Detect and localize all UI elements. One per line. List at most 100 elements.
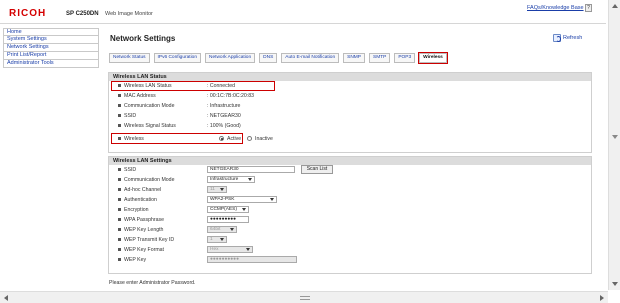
tab-network-status[interactable]: Network Status	[109, 53, 150, 63]
wpa-passphrase-input[interactable]: ●●●●●●●●●	[207, 216, 249, 223]
setting-row-comm-mode: Communication Mode Infrastructure	[109, 175, 591, 185]
tab-snmp[interactable]: SNMP	[343, 53, 365, 63]
setting-row-adhoc-channel: Ad-hoc Channel 11	[109, 185, 591, 195]
refresh-button[interactable]: Refresh	[553, 34, 582, 42]
mac-address-value: : 00:1C:7B:0C:20:83	[207, 93, 255, 99]
wep-key-format-value: Hex	[210, 247, 219, 252]
setting-row-ssid: SSID NETGEAR30 Scan List	[109, 165, 591, 175]
comm-mode-status-value: : Infrastructure	[207, 103, 241, 109]
refresh-icon	[553, 34, 561, 42]
tab-dns[interactable]: DNS	[259, 53, 278, 63]
wep-transmit-id-value: 1	[210, 237, 213, 242]
signal-status-value: : 100% (Good)	[207, 123, 241, 129]
scroll-up-icon[interactable]	[612, 4, 618, 8]
scroll-right-icon[interactable]	[600, 295, 604, 301]
vertical-scrollbar[interactable]	[608, 0, 620, 290]
tab-auto-email[interactable]: Auto E-mail Notification	[281, 53, 340, 63]
comm-mode-value: Infrastructure	[210, 177, 239, 182]
bullet-icon	[118, 238, 121, 241]
wep-transmit-id-select[interactable]: 1	[207, 236, 227, 243]
chevron-down-icon	[242, 208, 246, 211]
scroll-thumb-icon[interactable]	[612, 135, 618, 139]
bullet-icon	[118, 94, 121, 97]
wep-key-format-label: WEP Key Format	[124, 247, 164, 253]
setting-row-encryption: Encryption CCMP(AES)	[109, 205, 591, 215]
wireless-settings-heading: Wireless LAN Settings	[109, 157, 591, 165]
authentication-label: Authentication	[124, 197, 157, 203]
wireless-settings-section: Wireless LAN Settings SSID NETGEAR30 Sca…	[108, 156, 592, 274]
ricoh-logo: RICOH	[9, 8, 47, 19]
setting-row-wep-key: WEP Key ●●●●●●●●●●	[109, 255, 591, 265]
setting-row-authentication: Authentication WPA2-PSK	[109, 195, 591, 205]
signal-status-label: Wireless Signal Status	[124, 123, 176, 129]
highlight-lan-status	[111, 81, 275, 91]
sidebar-item-print-list[interactable]: Print List/Report	[3, 52, 99, 60]
bullet-icon	[118, 218, 121, 221]
bullet-icon	[118, 124, 121, 127]
tab-network-application[interactable]: Network Application	[205, 53, 256, 63]
chevron-down-icon	[220, 238, 224, 241]
page-title: Network Settings	[110, 34, 176, 43]
sidebar-item-network-settings[interactable]: Network Settings	[3, 44, 99, 52]
ssid-status-label: SSID	[124, 113, 137, 119]
ssid-input[interactable]: NETGEAR30	[207, 166, 295, 173]
scroll-thumb[interactable]	[300, 296, 310, 300]
setting-row-wpa-passphrase: WPA Passphrase ●●●●●●●●●	[109, 215, 591, 225]
help-button[interactable]: ?	[585, 4, 592, 12]
tab-wireless[interactable]: Wireless	[418, 52, 448, 64]
wep-transmit-id-label: WEP Transmit Key ID	[124, 237, 175, 243]
scan-list-button[interactable]: Scan List	[301, 165, 333, 174]
encryption-value: CCMP(AES)	[210, 207, 237, 212]
sidebar-item-admin-tools[interactable]: Administrator Tools	[3, 60, 99, 68]
wireless-inactive-radio[interactable]	[247, 136, 252, 141]
scroll-left-icon[interactable]	[4, 295, 8, 301]
wep-key-length-select[interactable]: 64bit	[207, 226, 237, 233]
wireless-status-section: Wireless LAN Status Wireless LAN Status …	[108, 72, 592, 153]
chevron-down-icon	[220, 188, 224, 191]
encryption-label: Encryption	[124, 207, 149, 213]
chevron-down-icon	[270, 198, 274, 201]
main-content: Network Settings Refresh Network Status …	[106, 28, 600, 288]
app-subtitle: Web Image Monitor	[105, 11, 153, 17]
horizontal-scrollbar[interactable]	[0, 291, 608, 303]
wep-key-input[interactable]: ●●●●●●●●●●	[207, 256, 297, 263]
printer-model: SP C250DN	[66, 11, 99, 17]
comm-mode-status-label: Communication Mode	[124, 103, 175, 109]
highlight-wireless-toggle	[111, 133, 243, 144]
authentication-select[interactable]: WPA2-PSK	[207, 196, 277, 203]
encryption-select[interactable]: CCMP(AES)	[207, 206, 249, 213]
comm-mode-select[interactable]: Infrastructure	[207, 176, 255, 183]
bullet-icon	[118, 228, 121, 231]
wpa-passphrase-label: WPA Passphrase	[124, 217, 164, 223]
sidebar-menu: Home System Settings Network Settings Pr…	[3, 28, 99, 68]
status-row-ssid: SSID : NETGEAR30	[109, 111, 591, 121]
setting-row-wep-key-format: WEP Key Format Hex	[109, 245, 591, 255]
tab-pop3[interactable]: POP3	[394, 53, 416, 63]
tab-ipv6-configuration[interactable]: IPv6 Configuration	[153, 53, 201, 63]
status-row-signal: Wireless Signal Status : 100% (Good)	[109, 121, 591, 131]
bullet-icon	[118, 188, 121, 191]
setting-row-wep-key-length: WEP Key Length 64bit	[109, 225, 591, 235]
settings-tabs: Network Status IPv6 Configuration Networ…	[109, 52, 448, 64]
top-header: RICOH SP C250DN Web Image Monitor FAQs/K…	[0, 0, 606, 24]
status-row-mac: MAC Address : 00:1C:7B:0C:20:83	[109, 91, 591, 101]
adhoc-channel-label: Ad-hoc Channel	[124, 187, 162, 193]
faq-link[interactable]: FAQs/Knowledge Base	[527, 5, 584, 11]
bullet-icon	[118, 178, 121, 181]
bullet-icon	[118, 248, 121, 251]
bullet-icon	[118, 198, 121, 201]
setting-row-wep-transmit-id: WEP Transmit Key ID 1	[109, 235, 591, 245]
tab-smtp[interactable]: SMTP	[369, 53, 391, 63]
bullet-icon	[118, 104, 121, 107]
scroll-down-icon[interactable]	[612, 282, 618, 286]
adhoc-channel-select[interactable]: 11	[207, 186, 227, 193]
chevron-down-icon	[246, 248, 250, 251]
sidebar-item-system-settings[interactable]: System Settings	[3, 36, 99, 44]
wep-key-length-label: WEP Key Length	[124, 227, 164, 233]
mac-address-label: MAC Address	[124, 93, 156, 99]
wep-key-format-select[interactable]: Hex	[207, 246, 253, 253]
chevron-down-icon	[230, 228, 234, 231]
sidebar-item-home[interactable]: Home	[3, 28, 99, 36]
refresh-label: Refresh	[563, 35, 583, 41]
status-row-wireless-toggle: Wireless Active Inactive	[109, 133, 591, 144]
